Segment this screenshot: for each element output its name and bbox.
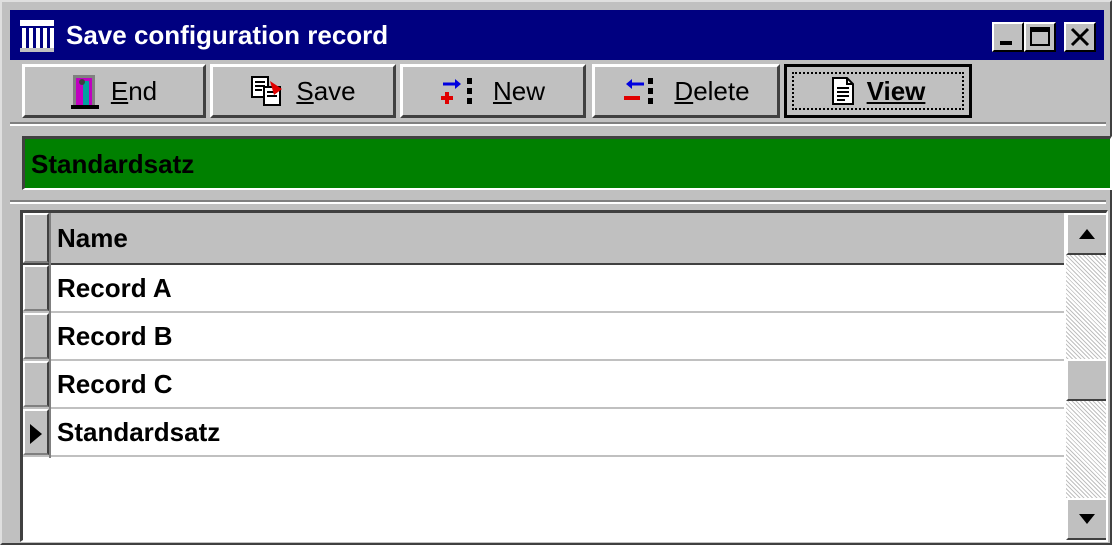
delete-button-label: elete bbox=[693, 75, 750, 106]
current-record-field[interactable]: Standardsatz bbox=[22, 136, 1112, 190]
table-row[interactable]: Standardsatz bbox=[23, 409, 1064, 457]
table-row[interactable]: Record B bbox=[23, 313, 1064, 361]
app-icon[interactable] bbox=[20, 20, 54, 52]
save-record-icon bbox=[251, 76, 283, 106]
row-indicator[interactable] bbox=[23, 409, 49, 455]
table-cell[interactable]: Record C bbox=[57, 361, 173, 407]
arrow-up-icon bbox=[1079, 229, 1095, 239]
current-row-arrow-icon bbox=[30, 424, 42, 444]
grid-header: Name bbox=[23, 213, 1064, 265]
field-divider bbox=[10, 200, 1106, 204]
title-bar[interactable]: Save configuration record bbox=[10, 10, 1104, 60]
scroll-thumb[interactable] bbox=[1066, 359, 1106, 401]
delete-button-accesskey: D bbox=[674, 75, 694, 106]
minimize-icon bbox=[1000, 41, 1012, 45]
table-row[interactable]: Record C bbox=[23, 361, 1064, 409]
new-button-accesskey: N bbox=[492, 75, 512, 106]
row-indicator[interactable] bbox=[23, 313, 49, 359]
view-button[interactable]: View bbox=[784, 64, 972, 118]
table-row[interactable]: Record A bbox=[23, 265, 1064, 313]
toolbar-divider bbox=[10, 122, 1106, 126]
minimize-button[interactable] bbox=[992, 22, 1024, 52]
toolbar: End Save New Delete View bbox=[22, 64, 982, 118]
insert-record-icon bbox=[440, 78, 472, 104]
maximize-button[interactable] bbox=[1024, 22, 1056, 52]
end-button-label: nd bbox=[128, 75, 158, 106]
view-button-label: View bbox=[866, 75, 926, 106]
delete-button[interactable]: Delete bbox=[592, 64, 780, 118]
table-cell[interactable]: Standardsatz bbox=[57, 409, 220, 455]
indicator-column-divider bbox=[49, 213, 51, 458]
save-button-accesskey: S bbox=[296, 75, 314, 106]
arrow-down-icon bbox=[1079, 514, 1095, 524]
close-button[interactable] bbox=[1064, 22, 1096, 52]
new-button-label: ew bbox=[511, 75, 546, 106]
vertical-scrollbar[interactable] bbox=[1066, 213, 1106, 540]
table-cell[interactable]: Record B bbox=[57, 313, 173, 359]
end-button[interactable]: End bbox=[22, 64, 206, 118]
column-header-name[interactable]: Name bbox=[57, 213, 128, 263]
door-exit-icon bbox=[70, 75, 99, 109]
save-button-label: ave bbox=[313, 75, 356, 106]
delete-record-icon bbox=[624, 78, 654, 104]
table-cell[interactable]: Record A bbox=[57, 265, 172, 311]
scroll-up-button[interactable] bbox=[1066, 213, 1106, 255]
dialog-window: Save configuration record End Save New D… bbox=[0, 0, 1112, 545]
header-indicator-cell bbox=[23, 213, 49, 263]
window-title: Save configuration record bbox=[66, 20, 389, 50]
row-indicator[interactable] bbox=[23, 265, 49, 311]
new-button[interactable]: New bbox=[400, 64, 586, 118]
end-button-accesskey: E bbox=[110, 75, 129, 106]
close-icon bbox=[1070, 27, 1090, 47]
records-grid[interactable]: Name Record A Record B Record C Standard… bbox=[20, 210, 1108, 542]
scroll-down-button[interactable] bbox=[1066, 498, 1106, 540]
save-button[interactable]: Save bbox=[210, 64, 396, 118]
row-indicator[interactable] bbox=[23, 361, 49, 407]
maximize-icon bbox=[1030, 27, 1050, 46]
document-icon bbox=[831, 77, 854, 105]
